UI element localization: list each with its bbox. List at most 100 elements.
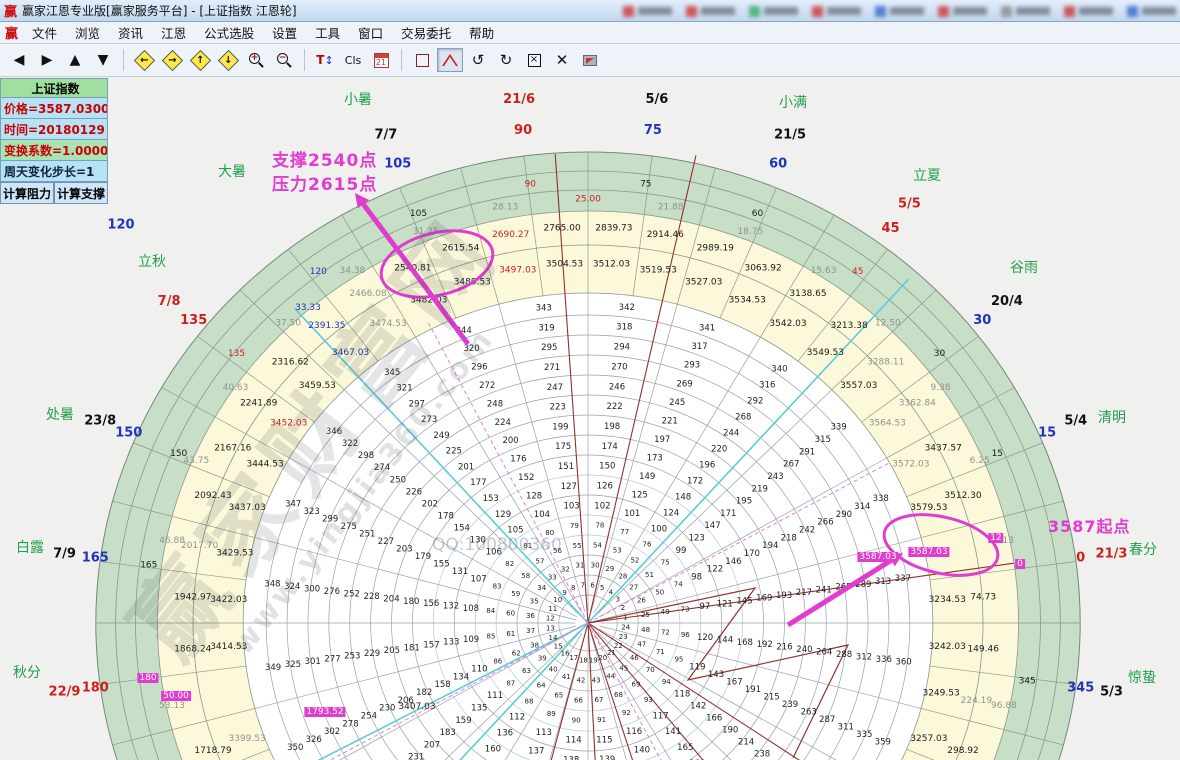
sort-updown-button[interactable]: T↕ <box>312 48 338 72</box>
svg-text:3437.03: 3437.03 <box>228 503 265 513</box>
zoom-out-button[interactable]: − <box>271 48 297 72</box>
svg-text:151: 151 <box>558 462 574 472</box>
svg-text:175: 175 <box>555 442 571 452</box>
svg-text:296: 296 <box>471 363 487 373</box>
svg-text:300: 300 <box>304 585 320 595</box>
quote-row-0: 价格=3587.0300 <box>0 98 108 119</box>
svg-text:145: 145 <box>736 597 752 607</box>
menu-item-1[interactable]: 浏览 <box>66 21 109 44</box>
svg-text:337: 337 <box>895 574 911 584</box>
svg-text:12: 12 <box>546 614 555 622</box>
svg-text:319: 319 <box>538 323 554 333</box>
svg-text:24: 24 <box>621 624 630 632</box>
step-down-button[interactable]: ↓ <box>215 48 241 72</box>
svg-text:3459.53: 3459.53 <box>299 381 336 391</box>
svg-text:90: 90 <box>514 123 532 138</box>
svg-text:176: 176 <box>510 455 526 465</box>
svg-text:143: 143 <box>708 670 724 680</box>
svg-text:200: 200 <box>502 436 518 446</box>
svg-text:61: 61 <box>506 630 515 638</box>
svg-text:345: 345 <box>1019 676 1036 686</box>
svg-text:326: 326 <box>306 735 322 745</box>
svg-text:140: 140 <box>634 746 650 756</box>
svg-text:217: 217 <box>796 588 812 598</box>
menu-item-4[interactable]: 公式选股 <box>195 21 263 44</box>
svg-text:谷雨: 谷雨 <box>1010 260 1038 276</box>
highlight-badge: 180 <box>137 673 158 683</box>
svg-text:201: 201 <box>458 463 474 473</box>
svg-text:158: 158 <box>434 680 450 690</box>
menu-item-3[interactable]: 江恩 <box>152 21 195 44</box>
svg-text:31: 31 <box>575 562 584 570</box>
pan-up-button[interactable]: ▲ <box>62 48 88 72</box>
svg-text:5/6: 5/6 <box>645 92 668 107</box>
calc-resistance-button[interactable]: 计算阻力 <box>0 182 54 204</box>
svg-text:147: 147 <box>704 521 720 531</box>
calc-support-button[interactable]: 计算支撑 <box>54 182 108 204</box>
svg-text:23/8: 23/8 <box>84 413 116 428</box>
menu-item-8[interactable]: 交易委托 <box>392 21 460 44</box>
svg-text:111: 111 <box>487 691 503 701</box>
svg-text:47: 47 <box>637 641 646 649</box>
step-right-button[interactable]: → <box>159 48 185 72</box>
square-tool-button[interactable] <box>409 48 435 72</box>
menu-item-6[interactable]: 工具 <box>306 21 349 44</box>
svg-text:207: 207 <box>424 740 440 750</box>
svg-text:359: 359 <box>875 738 891 748</box>
calendar-button[interactable]: 21 <box>368 48 394 72</box>
svg-text:297: 297 <box>409 399 425 409</box>
svg-text:10: 10 <box>553 596 562 604</box>
svg-text:25.00: 25.00 <box>575 195 601 205</box>
svg-text:177: 177 <box>470 478 486 488</box>
collapse-center-button[interactable]: ✕ <box>549 48 575 72</box>
svg-text:73: 73 <box>681 605 690 613</box>
svg-text:21/3: 21/3 <box>1096 547 1128 562</box>
svg-text:3213.38: 3213.38 <box>830 321 867 331</box>
box-x-button[interactable]: × <box>521 48 547 72</box>
svg-text:104: 104 <box>534 510 550 520</box>
triangle-tool-button[interactable] <box>437 48 463 72</box>
svg-text:3362.84: 3362.84 <box>899 399 936 409</box>
svg-text:75: 75 <box>644 123 662 138</box>
svg-text:99: 99 <box>676 546 687 556</box>
svg-text:103: 103 <box>563 502 579 512</box>
svg-text:165: 165 <box>82 551 109 566</box>
rotate-ccw-button[interactable]: ↺ <box>465 48 491 72</box>
pan-down-button[interactable]: ▼ <box>90 48 116 72</box>
svg-text:138: 138 <box>563 756 579 760</box>
svg-text:2241.89: 2241.89 <box>240 399 277 409</box>
cls-button[interactable]: Cls <box>340 48 366 72</box>
svg-text:254: 254 <box>361 712 377 722</box>
svg-text:3467.03: 3467.03 <box>332 348 369 358</box>
step-up-button[interactable]: ↑ <box>187 48 213 72</box>
svg-text:193: 193 <box>776 591 792 601</box>
svg-text:98: 98 <box>691 572 702 582</box>
step-left-button[interactable]: ← <box>131 48 157 72</box>
svg-text:21/5: 21/5 <box>774 128 806 143</box>
svg-text:60: 60 <box>506 610 515 618</box>
menu-item-7[interactable]: 窗口 <box>349 21 392 44</box>
pan-left-button[interactable]: ◀ <box>6 48 32 72</box>
menu-item-0[interactable]: 文件 <box>23 21 66 44</box>
menu-item-2[interactable]: 资讯 <box>109 21 152 44</box>
svg-text:263: 263 <box>801 708 817 718</box>
pan-right-button[interactable]: ▶ <box>34 48 60 72</box>
screen-tool-button[interactable] <box>577 48 603 72</box>
svg-text:173: 173 <box>647 454 663 464</box>
svg-text:5/3: 5/3 <box>1100 684 1123 699</box>
svg-text:102: 102 <box>594 501 610 511</box>
rotate-cw-button[interactable]: ↻ <box>493 48 519 72</box>
svg-text:处暑: 处暑 <box>46 407 74 423</box>
svg-text:245: 245 <box>669 398 685 408</box>
svg-text:108: 108 <box>463 604 479 614</box>
svg-text:222: 222 <box>606 402 622 412</box>
svg-text:114: 114 <box>565 736 581 746</box>
svg-text:2914.46: 2914.46 <box>647 230 684 240</box>
menu-item-9[interactable]: 帮助 <box>460 21 503 44</box>
menu-item-5[interactable]: 设置 <box>263 21 306 44</box>
svg-text:71: 71 <box>656 648 665 656</box>
zoom-in-button[interactable]: + <box>243 48 269 72</box>
svg-text:7/9: 7/9 <box>53 547 76 562</box>
svg-text:42: 42 <box>576 677 585 685</box>
svg-text:124: 124 <box>663 508 679 518</box>
